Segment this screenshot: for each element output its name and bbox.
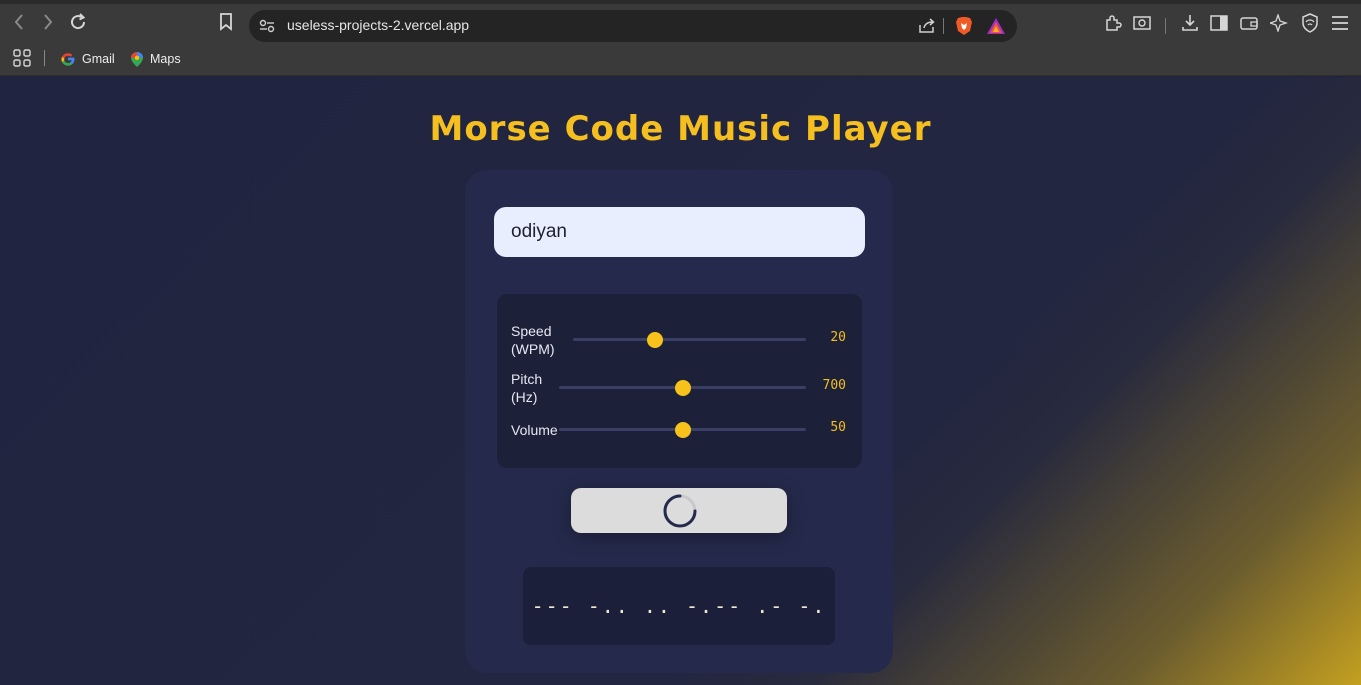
- pitch-slider-thumb[interactable]: [674, 380, 691, 396]
- google-icon: [61, 53, 75, 66]
- wallet-icon[interactable]: [1238, 12, 1260, 34]
- speed-slider-thumb[interactable]: [646, 332, 663, 348]
- divider: [943, 18, 944, 34]
- extensions-icon[interactable]: [1102, 12, 1124, 34]
- reload-icon[interactable]: [67, 11, 89, 33]
- speed-value: 20: [830, 330, 846, 345]
- site-info-icon[interactable]: [257, 16, 277, 36]
- bookmark-label: Gmail: [82, 52, 115, 66]
- pitch-label: Pitch (Hz): [511, 370, 542, 406]
- share-icon[interactable]: [917, 16, 937, 36]
- speed-label: Speed (WPM): [511, 322, 555, 358]
- controls-panel: Speed (WPM) 20 Pitch (Hz) 700 Volume 50: [497, 294, 862, 468]
- pitch-label-line1: Pitch: [511, 371, 543, 387]
- url-text[interactable]: useless-projects-2.vercel.app: [287, 17, 469, 33]
- browser-toolbar: useless-projects-2.vercel.app: [0, 0, 1361, 44]
- pitch-slider[interactable]: [559, 380, 806, 396]
- vpn-icon[interactable]: [1299, 12, 1321, 34]
- morse-output-box: --- -.. .. -.-- .- -.: [523, 567, 835, 645]
- address-bar[interactable]: useless-projects-2.vercel.app: [249, 10, 1017, 42]
- forward-icon[interactable]: [38, 11, 58, 33]
- bookmark-icon[interactable]: [215, 11, 237, 33]
- volume-label: Volume: [511, 422, 558, 438]
- apps-grid-icon[interactable]: [12, 48, 32, 68]
- bookmark-maps[interactable]: Maps: [130, 49, 181, 69]
- bookmarks-bar: [0, 44, 1361, 76]
- player-card: Speed (WPM) 20 Pitch (Hz) 700 Volume 50: [465, 170, 893, 673]
- loading-spinner-icon: [663, 494, 697, 528]
- page-content: Morse Code Music Player Speed (WPM) 20 P…: [0, 77, 1361, 685]
- back-icon[interactable]: [9, 11, 29, 33]
- maps-pin-icon: [131, 51, 143, 67]
- speed-slider[interactable]: [573, 332, 806, 348]
- speed-label-line1: Speed: [511, 323, 552, 339]
- bookmark-label: Maps: [150, 52, 181, 66]
- divider: [44, 50, 45, 66]
- bookmark-gmail[interactable]: Gmail: [60, 49, 115, 69]
- divider: [1165, 18, 1166, 34]
- download-icon[interactable]: [1179, 12, 1201, 34]
- sidebar-icon[interactable]: [1208, 12, 1230, 34]
- screenshot-icon[interactable]: [1131, 12, 1153, 34]
- brave-rewards-icon[interactable]: [985, 15, 1007, 37]
- leo-ai-icon[interactable]: [1268, 12, 1290, 34]
- volume-slider-thumb[interactable]: [674, 422, 691, 438]
- brave-shields-icon[interactable]: [953, 15, 975, 37]
- volume-value: 50: [830, 420, 846, 435]
- speed-label-line2: (WPM): [511, 341, 555, 357]
- menu-icon[interactable]: [1329, 12, 1351, 34]
- morse-output: --- -.. .. -.-- .- -.: [531, 594, 827, 618]
- pitch-value: 700: [822, 378, 846, 393]
- play-button[interactable]: [571, 488, 787, 533]
- volume-slider[interactable]: [559, 422, 806, 438]
- message-input[interactable]: [494, 207, 865, 257]
- page-title: Morse Code Music Player: [429, 109, 932, 149]
- pitch-label-line2: (Hz): [511, 389, 538, 405]
